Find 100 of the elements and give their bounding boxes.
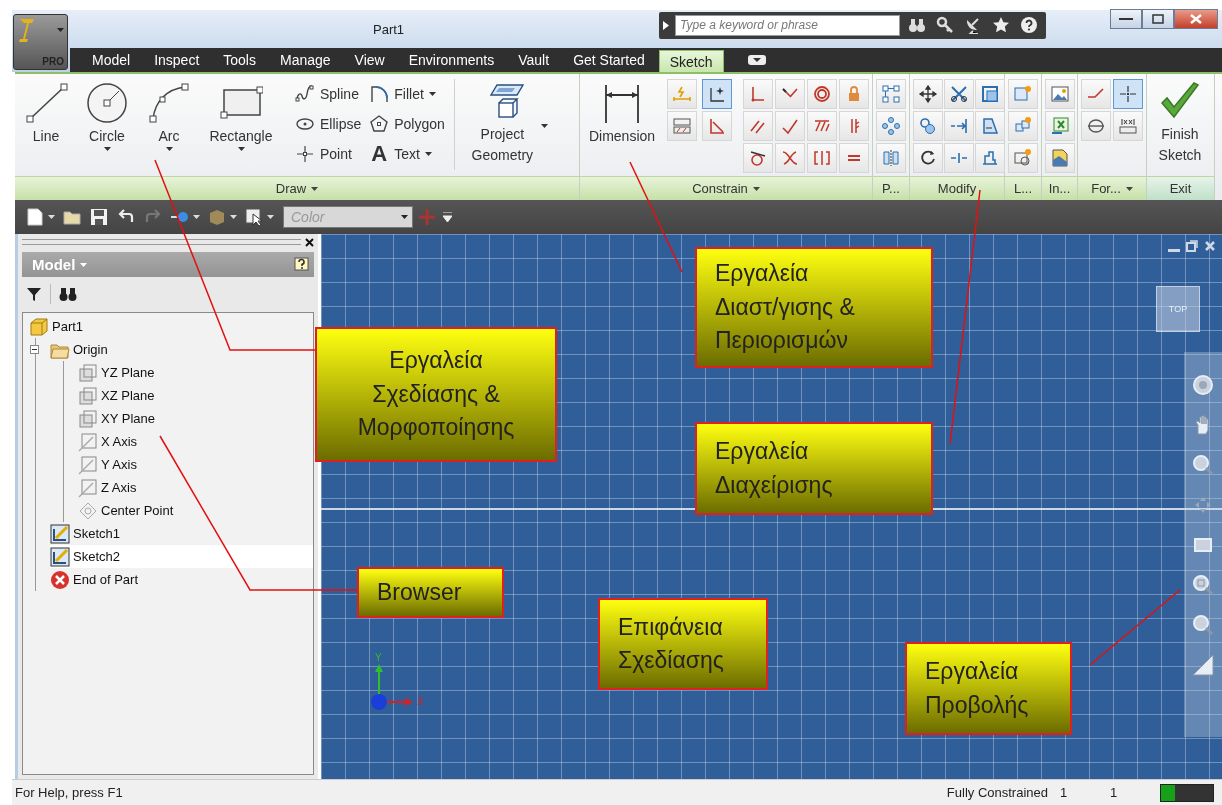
tree-item[interactable]: XY Plane bbox=[78, 407, 313, 430]
tool-icon bbox=[918, 116, 938, 136]
collapse-toggle[interactable] bbox=[30, 345, 39, 354]
navigation-tool-button[interactable] bbox=[1192, 654, 1214, 676]
tool-icon bbox=[881, 84, 901, 104]
callout-label: Εργαλεία Προβολής bbox=[905, 642, 1072, 735]
ribbon-tab[interactable]: Vault bbox=[508, 48, 560, 72]
caret-icon bbox=[230, 215, 237, 219]
tool-icon bbox=[881, 116, 901, 136]
tool-icon bbox=[707, 116, 727, 136]
color-dropdown[interactable]: Color bbox=[283, 206, 413, 228]
tree-item[interactable]: Sketch1 bbox=[50, 522, 313, 545]
tool-button[interactable]: Rectangle bbox=[200, 79, 282, 153]
panel-title-bar[interactable]: Modify bbox=[910, 176, 1004, 200]
tree-item[interactable]: X Axis bbox=[78, 430, 313, 453]
close-icon bbox=[1189, 13, 1203, 25]
tool-button[interactable]: Project Geometry bbox=[460, 79, 553, 168]
tool-button[interactable]: Ellipse bbox=[292, 109, 365, 138]
tool-button[interactable]: Spline bbox=[292, 79, 365, 108]
tool-icon bbox=[949, 84, 969, 104]
search-field[interactable]: Type a keyword or phrase bbox=[675, 14, 901, 36]
tree-item[interactable]: Z Axis bbox=[78, 476, 313, 499]
tool-icon bbox=[672, 116, 692, 136]
tool-icon bbox=[881, 148, 901, 168]
tree-item[interactable]: Center Point bbox=[78, 499, 313, 522]
ribbon-tab[interactable]: View bbox=[344, 48, 395, 72]
axis-label: X bbox=[417, 696, 424, 707]
tool-button[interactable]: Point bbox=[292, 139, 365, 168]
tool-icon bbox=[1050, 84, 1070, 104]
key-icon bbox=[936, 16, 955, 34]
tool-button[interactable]: A Text bbox=[366, 139, 448, 168]
navigation-tool-button[interactable] bbox=[1192, 614, 1214, 636]
ribbon-tab[interactable]: Sketch bbox=[658, 50, 724, 72]
tool-button[interactable]: Line bbox=[18, 79, 74, 146]
ribbon-tab[interactable]: Manage bbox=[269, 48, 341, 72]
tool-icon bbox=[980, 84, 1000, 104]
ribbon-tab[interactable]: Model bbox=[82, 48, 141, 72]
navigation-tool-button[interactable] bbox=[1192, 574, 1214, 596]
restore-button[interactable] bbox=[1186, 240, 1198, 252]
panel-title-bar[interactable]: Exit bbox=[1147, 176, 1214, 200]
look-icon bbox=[1192, 654, 1214, 676]
expand-icon bbox=[663, 20, 670, 30]
tool-icon bbox=[748, 148, 768, 168]
panel-title-bar[interactable]: For... bbox=[1078, 176, 1146, 200]
polygon-icon bbox=[369, 113, 390, 134]
tree-item[interactable]: Sketch2 bbox=[50, 545, 313, 568]
maximize-icon bbox=[1151, 13, 1165, 25]
tool-icon bbox=[1013, 84, 1033, 104]
tool-button[interactable]: Fillet bbox=[366, 79, 448, 108]
plus-icon bbox=[418, 208, 436, 226]
tool-icon bbox=[918, 84, 938, 104]
ribbon-tab[interactable]: Tools bbox=[213, 48, 266, 72]
callout-label: Εργαλεία Διαχείρισης bbox=[695, 422, 933, 515]
edition-label: PRO bbox=[42, 56, 64, 67]
tool-icon bbox=[980, 148, 1000, 168]
maximize-button[interactable] bbox=[1142, 9, 1174, 29]
axis-icon bbox=[78, 477, 98, 498]
close-icon bbox=[305, 237, 314, 247]
tool-button[interactable]: Arc bbox=[140, 79, 198, 153]
ribbon-tab[interactable]: Environments bbox=[398, 48, 505, 72]
checkmark-icon bbox=[1158, 81, 1202, 121]
panel-title-bar[interactable]: Draw bbox=[15, 176, 579, 200]
tool-icon bbox=[780, 148, 800, 168]
text-tool-icon: A bbox=[369, 140, 390, 167]
tree-item[interactable]: End of Part bbox=[50, 568, 313, 591]
panel-title-bar[interactable]: L... bbox=[1005, 176, 1041, 200]
panel-title-bar[interactable]: In... bbox=[1042, 176, 1077, 200]
tool-button[interactable]: Polygon bbox=[366, 109, 448, 138]
tool-icon bbox=[1118, 116, 1138, 136]
center-point-icon bbox=[78, 500, 98, 521]
tree-item[interactable]: Origin bbox=[30, 338, 313, 361]
caret-icon bbox=[48, 215, 55, 219]
tree-item[interactable]: Y Axis bbox=[78, 453, 313, 476]
tree-item[interactable]: XZ Plane bbox=[78, 384, 313, 407]
help-button[interactable] bbox=[294, 256, 310, 273]
navigation-tool-button[interactable] bbox=[1192, 454, 1214, 476]
panel-title-bar[interactable]: P... bbox=[873, 176, 909, 200]
tool-button[interactable]: Dimension bbox=[583, 79, 661, 146]
minimize-button[interactable] bbox=[1110, 9, 1142, 29]
finish-sketch-button[interactable]: Finish Sketch bbox=[1150, 79, 1210, 168]
panel-title-bar[interactable]: Constrain bbox=[580, 176, 872, 200]
close-button[interactable] bbox=[305, 237, 314, 247]
window-title: Part1 bbox=[373, 21, 405, 37]
ribbon-tab[interactable]: Inspect bbox=[144, 48, 210, 72]
tool-icon bbox=[1050, 116, 1070, 136]
tree-item[interactable]: Part1 bbox=[23, 315, 313, 338]
ribbon-tab[interactable]: Get Started bbox=[563, 48, 655, 72]
box-icon bbox=[207, 207, 227, 227]
new-file-icon bbox=[25, 207, 45, 227]
binoculars-icon bbox=[908, 16, 927, 34]
tool-icon bbox=[812, 84, 832, 104]
callout-label: Επιφάνεια Σχεδίασης bbox=[598, 598, 768, 690]
status-value: 1 bbox=[1110, 785, 1119, 800]
tool-icon bbox=[1050, 148, 1070, 168]
tool-button[interactable]: Circle bbox=[76, 79, 138, 153]
find-button[interactable] bbox=[59, 286, 77, 302]
filter-button[interactable] bbox=[26, 286, 42, 302]
callout-label: Browser bbox=[357, 567, 504, 618]
dropdown-icon bbox=[747, 55, 766, 65]
tree-item[interactable]: YZ Plane bbox=[78, 361, 313, 384]
